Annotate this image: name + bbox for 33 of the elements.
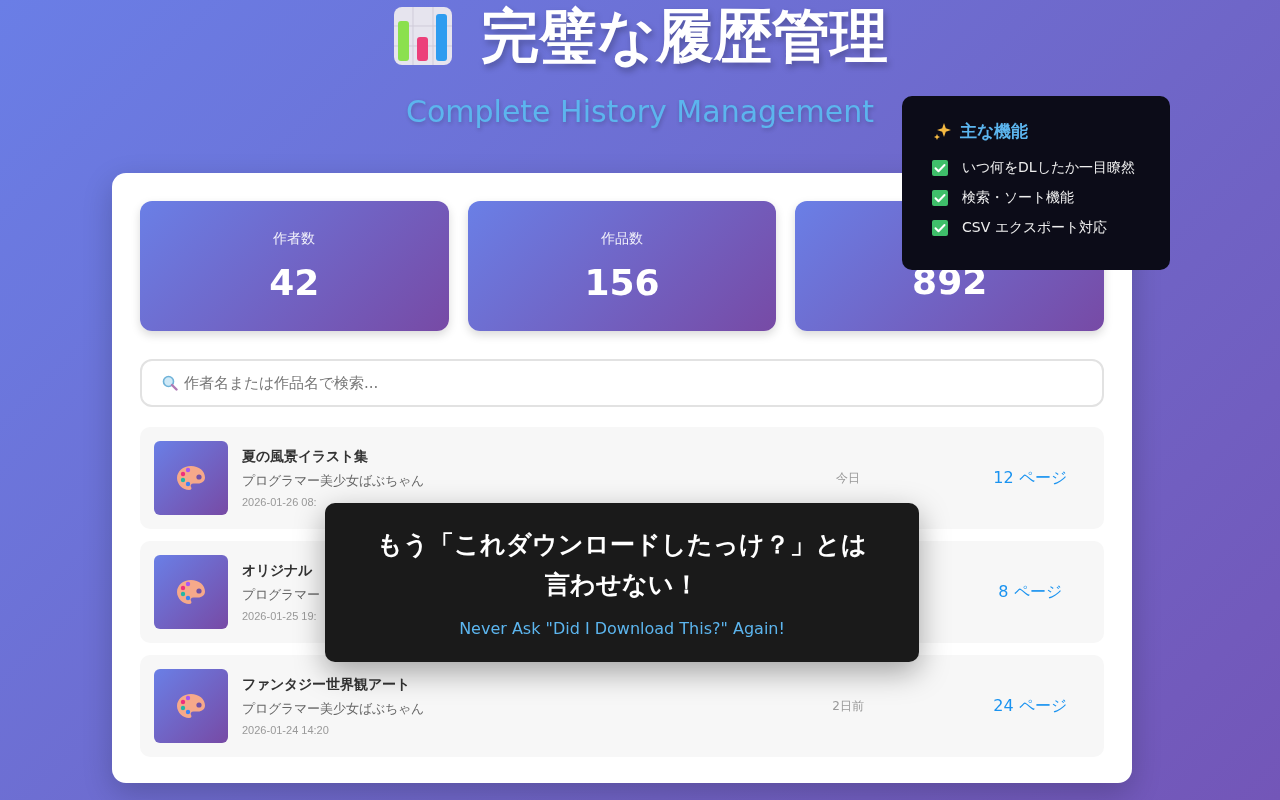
page-subtitle: Complete History Management [406, 94, 874, 129]
features-title: 主な機能 [960, 120, 1028, 143]
download-date: 2026-01-26 08: [242, 496, 318, 508]
relative-time: 今日 [835, 469, 861, 487]
palette-icon [176, 693, 206, 719]
work-title: オリジナル [242, 562, 313, 580]
search-icon [162, 375, 178, 391]
download-date: 2026-01-25 19: [242, 610, 318, 622]
page-count: 24 ページ [992, 695, 1068, 717]
author-name: プログラマー美少女ばぶちゃん [242, 472, 425, 490]
banner-subline: Never Ask "Did I Download This?" Again! [458, 619, 786, 638]
stat-value: 42 [269, 261, 320, 303]
work-title: 夏の風景イラスト集 [242, 448, 369, 466]
history-row[interactable]: ファンタジー世界観アート プログラマー美少女ばぶちゃん 2026-01-24 14:20 2日前 24 ページ [140, 655, 1104, 757]
page-count: 12 ページ [992, 467, 1068, 489]
stat-label: 作者数 [273, 229, 316, 248]
work-title: ファンタジー世界観アート [242, 676, 411, 694]
stat-value: 156 [584, 261, 660, 303]
palette-icon [176, 465, 206, 491]
palette-icon [176, 579, 206, 605]
feature-label: いつ何をDLしたか一目瞭然 [962, 159, 1135, 177]
bar-chart-icon [392, 6, 453, 66]
search-field[interactable]: 作者名または作品名で検索... [140, 359, 1104, 407]
relative-time: 2日前 [831, 697, 865, 715]
sparkles-icon [932, 121, 952, 142]
page-count: 8 ページ [997, 581, 1063, 603]
feature-label: CSV エクスポート対応 [962, 219, 1107, 237]
download-date: 2026-01-24 14:20 [242, 724, 330, 736]
author-name: プログラマー美少女ばぶちゃん [242, 700, 425, 718]
page-title: 完璧な履歴管理 [480, 6, 888, 66]
stat-label: 作品数 [601, 229, 643, 248]
banner-headline: もう「これダウンロードしたっけ？」とは言わせない！ [376, 529, 868, 601]
feature-label: 検索・ソート機能 [962, 189, 1074, 207]
